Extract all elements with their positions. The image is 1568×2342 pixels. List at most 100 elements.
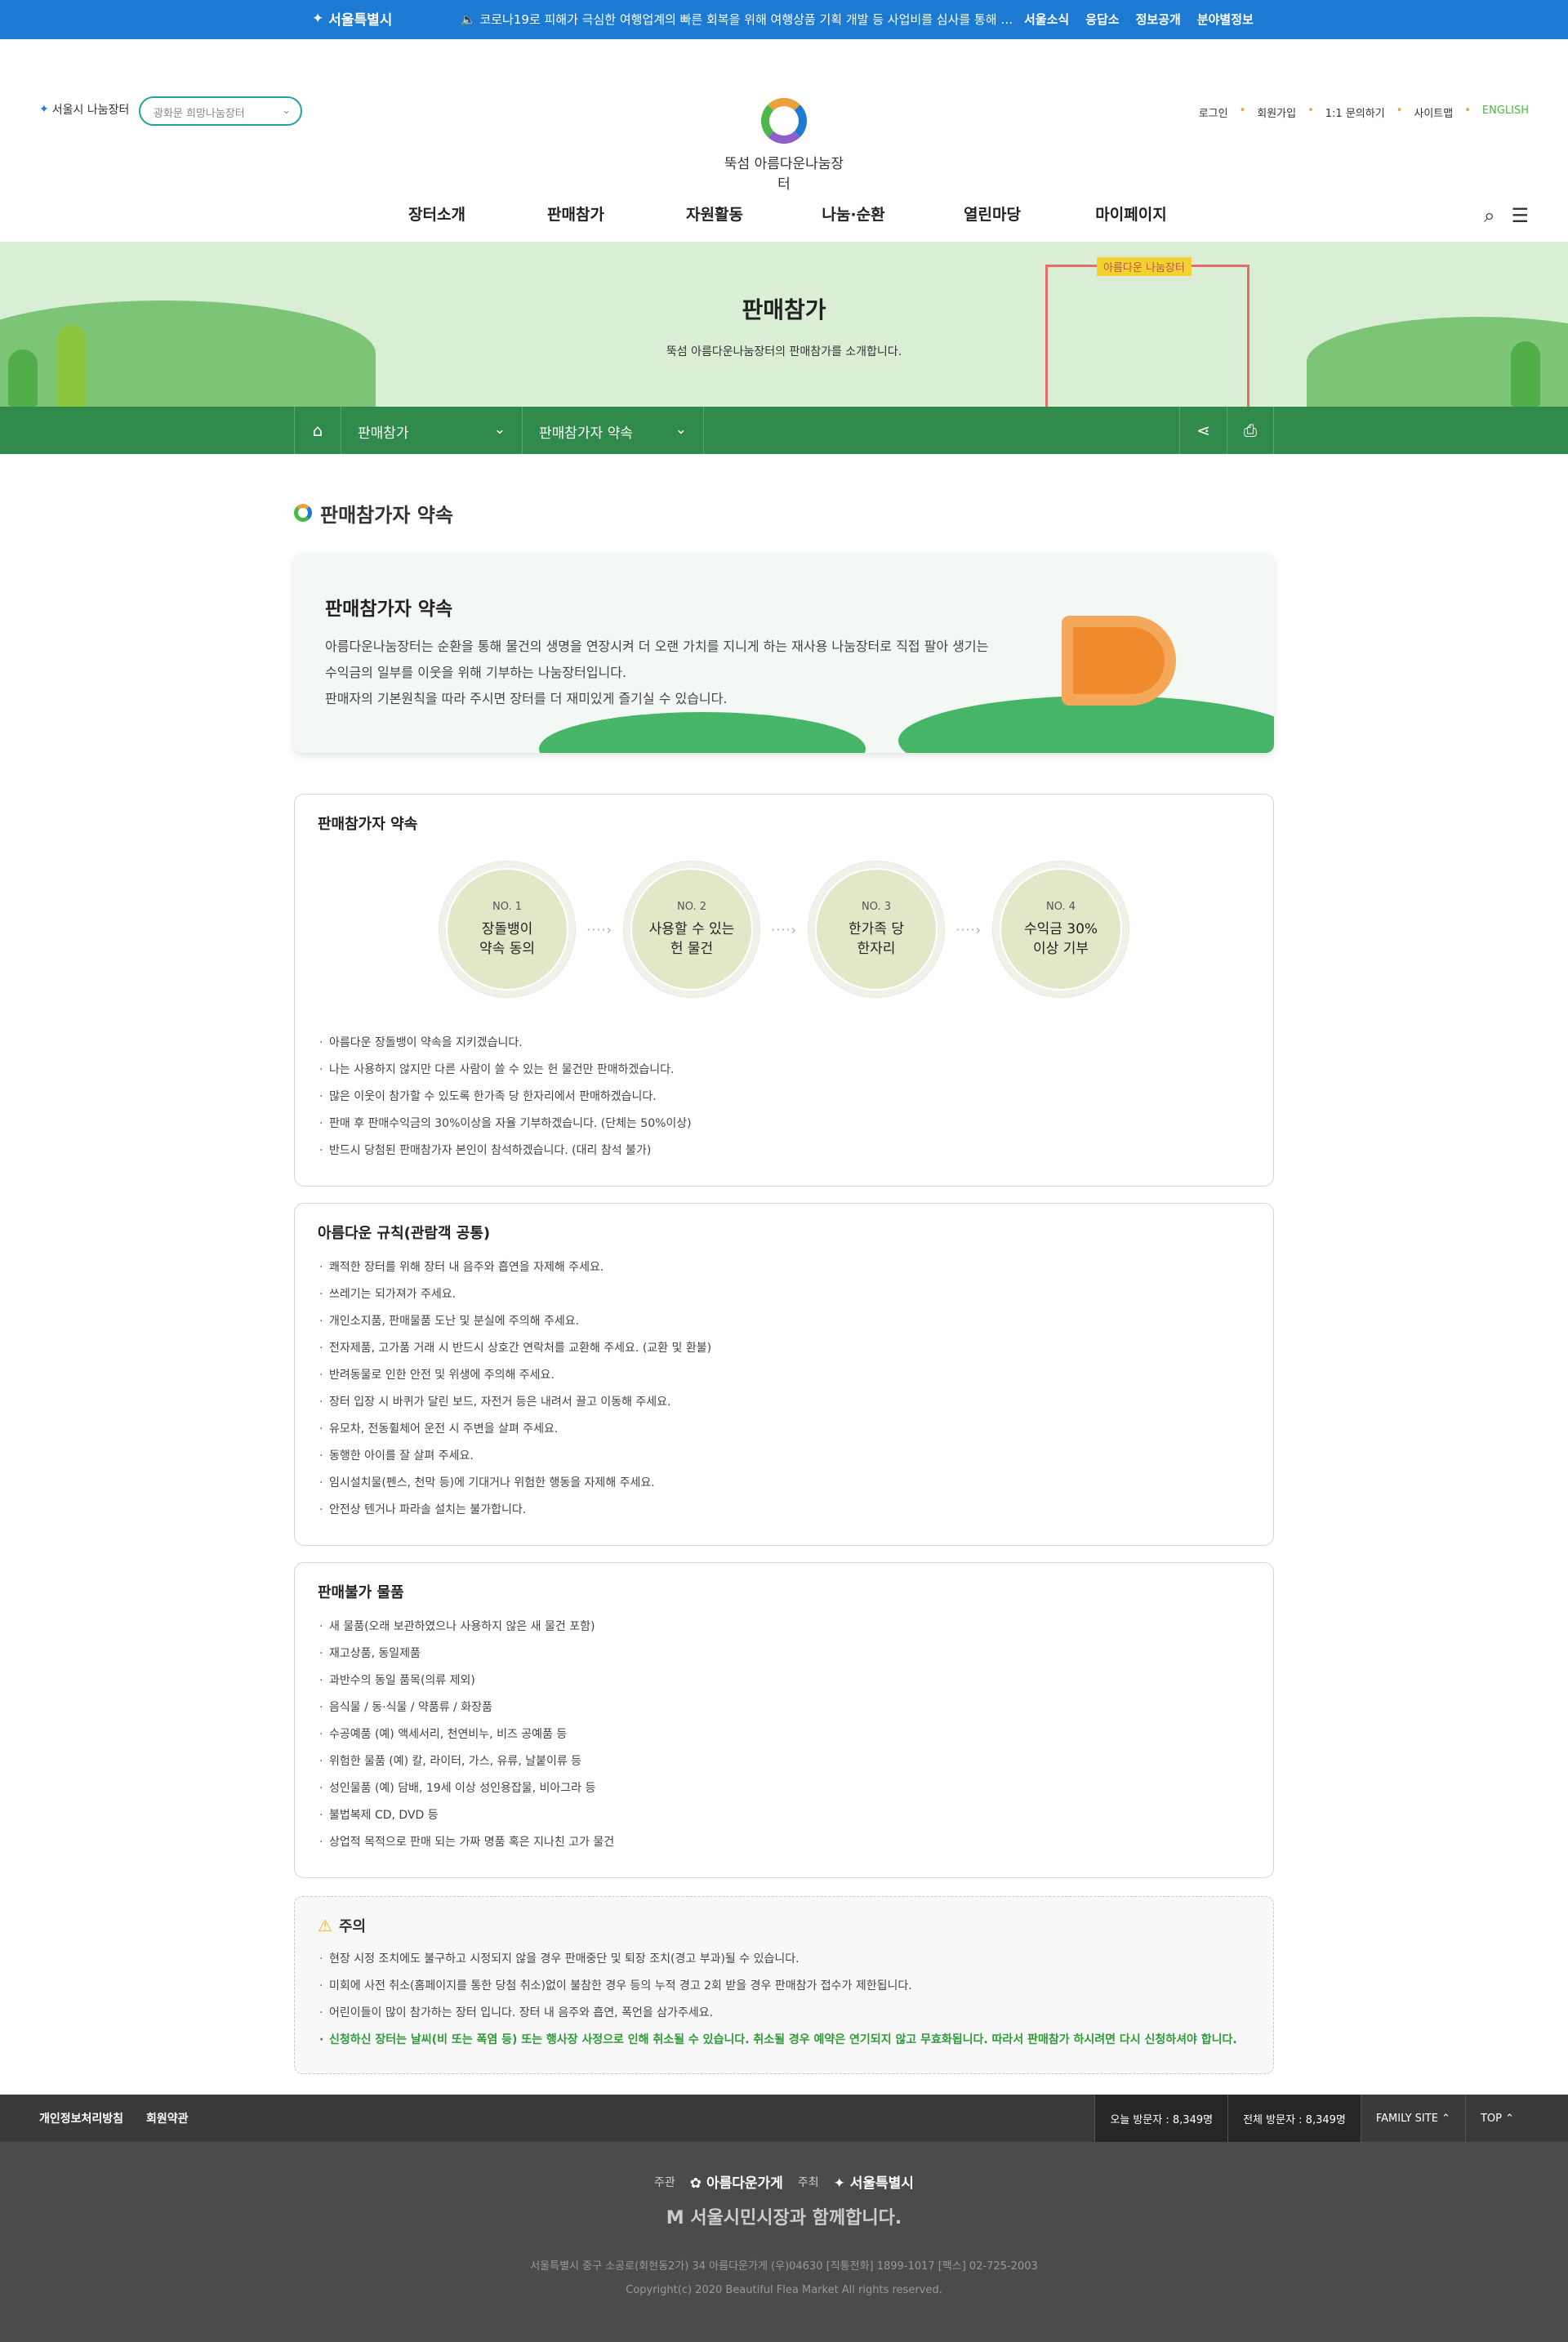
- family-site-button[interactable]: FAMILY SITE ⌃: [1360, 2095, 1465, 2142]
- list-item: 쾌적한 장터를 위해 장터 내 음주와 흡연을 자제해 주세요.: [318, 1254, 1250, 1281]
- tree-illustration: [57, 325, 87, 407]
- footer-address: 서울특별시 중구 소공로(회현동2가) 34 아름다운가게 (우)04630 […: [530, 2260, 1038, 2273]
- caution-title: 주의: [338, 1918, 367, 1935]
- warning-icon: ⚠: [318, 1916, 332, 1935]
- list-item: 유모차, 전동휠체어 운전 시 주변을 살펴 주세요.: [318, 1416, 1250, 1443]
- arrow-icon: ····›: [771, 921, 797, 937]
- list-item: 임시설치물(펜스, 천막 등)에 기대거나 위험한 행동을 자제해 주세요.: [318, 1470, 1250, 1497]
- nav-volunteer[interactable]: 자원활동: [645, 203, 784, 225]
- promise-step: NO. 4 수익금 30% 이상 기부: [993, 862, 1129, 997]
- chevron-down-icon: ⌄: [675, 421, 687, 438]
- home-icon[interactable]: ⌂: [294, 407, 341, 454]
- rules-list: 쾌적한 장터를 위해 장터 내 음주와 흡연을 자제해 주세요. 쓰레기는 되가…: [318, 1254, 1250, 1524]
- seoul-links: 서울소식 응답소 정보공개 분야별정보: [1024, 11, 1254, 28]
- top-button[interactable]: TOP ⌃: [1464, 2095, 1529, 2142]
- list-item-highlight: 신청하신 장터는 날씨(비 또는 폭염 등) 또는 행사장 사정으로 인해 취소…: [318, 2027, 1250, 2054]
- sitemap-link[interactable]: 사이트맵: [1414, 105, 1453, 120]
- terms-link[interactable]: 회원약관: [146, 2110, 189, 2126]
- list-item: 반드시 당첨된 판매참가자 본인이 참석하겠습니다. (대리 참석 불가): [318, 1138, 1250, 1164]
- join-link[interactable]: 회원가입: [1257, 105, 1296, 120]
- rules-title: 아름다운 규칙(관람객 공통): [318, 1225, 491, 1242]
- banned-box: 판매불가 물품 새 물품(오래 보관하였으나 사용하지 않은 새 물건 포함) …: [294, 1562, 1274, 1878]
- english-link[interactable]: ENGLISH: [1482, 105, 1529, 120]
- nav-share[interactable]: 나눔·순환: [784, 203, 923, 225]
- promise-list: 아름다운 장돌뱅이 약속을 지키겠습니다. 나는 사용하지 않지만 다른 사람이…: [318, 1030, 1250, 1164]
- list-item: 과반수의 동일 품목(의류 제외): [318, 1667, 1250, 1694]
- list-item: 판매 후 판매수익금의 30%이상을 자율 기부하겠습니다. (단체는 50%이…: [318, 1111, 1250, 1138]
- header-icons: ⌕ ☰: [1484, 204, 1529, 227]
- list-item: 어린이들이 많이 참가하는 장터 입니다. 장터 내 음주와 흡연, 폭언을 삼…: [318, 2000, 1250, 2027]
- market-booth-illustration: 아름다운 나눔장터: [1045, 257, 1250, 407]
- list-item: 새 물품(오래 보관하였으나 사용하지 않은 새 물건 포함): [318, 1614, 1250, 1641]
- list-item: 미회에 사전 취소(홈페이지를 통한 당첨 취소)없이 불참한 경우 등의 누적…: [318, 1973, 1250, 2000]
- list-item: 장터 입장 시 바퀴가 달린 보드, 자전거 등은 내려서 끌고 이동해 주세요…: [318, 1389, 1250, 1416]
- list-item: 안전상 텐거나 파라솔 설치는 불가합니다.: [318, 1497, 1250, 1524]
- nav-intro[interactable]: 장터소개: [368, 203, 506, 225]
- nav-mypage[interactable]: 마이페이지: [1062, 203, 1200, 225]
- seoul-nanum-logo[interactable]: ✦ 서울시 나눔장터: [39, 101, 129, 118]
- list-item: 현장 시정 조치에도 불구하고 시정되지 않을 경우 판매중단 및 퇴장 조치(…: [318, 1946, 1250, 1973]
- list-item: 아름다운 장돌뱅이 약속을 지키겠습니다.: [318, 1030, 1250, 1057]
- list-item: 많은 이웃이 참가할 수 있도록 한가족 당 한자리에서 판매하겠습니다.: [318, 1084, 1250, 1111]
- caution-box: ⚠ 주의 현장 시정 조치에도 불구하고 시정되지 않을 경우 판매중단 및 퇴장…: [294, 1896, 1274, 2074]
- footer: 개인정보처리방침 회원약관 오늘 방문자 : 8,349명 전체 방문자 : 8,…: [0, 2095, 1568, 2342]
- link-eungdapso[interactable]: 응답소: [1085, 11, 1119, 28]
- seoul-logo[interactable]: ✦ 서울특별시: [312, 8, 392, 29]
- login-link[interactable]: 로그인: [1199, 105, 1228, 120]
- nav-open[interactable]: 열린마당: [923, 203, 1062, 225]
- banned-list: 새 물품(오래 보관하였으나 사용하지 않은 새 물건 포함) 재고상품, 동일…: [318, 1614, 1250, 1856]
- total-visitors: 전체 방문자 : 8,349명: [1227, 2095, 1361, 2142]
- notice-ticker[interactable]: 🔈 코로나19로 피해가 극심한 여행업계의 빠른 회복을 위해 여행상품 기획…: [461, 11, 1016, 28]
- seoul-icon: ✦: [312, 10, 324, 27]
- content: 판매참가자 약속 판매참가자 약속 아름다운나눔장터는 순환을 통해 물건의 생…: [294, 454, 1274, 2074]
- megaphone-illustration: [1062, 616, 1176, 706]
- inquiry-link[interactable]: 1:1 문의하기: [1325, 105, 1385, 120]
- list-item: 성인물품 (예) 담배, 19세 이상 성인용잡물, 비아그라 등: [318, 1775, 1250, 1802]
- list-item: 재고상품, 동일제품: [318, 1641, 1250, 1667]
- page-title: 판매참가: [742, 296, 826, 323]
- location-dropdown-1[interactable]: 판매참가 ⌄: [341, 407, 523, 454]
- footer-logos: 주관 ✿ 아름다운가게 주최 ✦ 서울특별시: [0, 2171, 1568, 2192]
- link-seoul-news[interactable]: 서울소식: [1024, 11, 1069, 28]
- intro-card: 판매참가자 약속 아름다운나눔장터는 순환을 통해 물건의 생명을 연장시켜 더…: [294, 554, 1274, 753]
- header: ✦ 서울시 나눔장터 광화문 희망나눔장터 ⌄ 뚝섬 아름다운나눔장터 로그인 • 회…: [0, 39, 1568, 227]
- chevron-down-icon: ⌄: [493, 421, 506, 438]
- list-item: 나는 사용하지 않지만 다른 사람이 쓸 수 있는 헌 물건만 판매하겠습니다.: [318, 1057, 1250, 1084]
- location-bar: ⌂ 판매참가 ⌄ 판매참가자 약속 ⌄ ⋖ ⎙: [0, 407, 1568, 454]
- logo-mark-icon: [761, 98, 807, 144]
- print-icon[interactable]: ⎙: [1227, 407, 1274, 454]
- caution-list: 현장 시정 조치에도 불구하고 시정되지 않을 경우 판매중단 및 퇴장 조치(…: [318, 1946, 1250, 2054]
- list-item: 동행한 아이를 잘 살펴 주세요.: [318, 1443, 1250, 1470]
- seoul-icon: ✦: [39, 103, 49, 116]
- banned-title: 판매불가 물품: [318, 1584, 404, 1601]
- footer-slogan: M 서울시민시장과 함께합니다.: [666, 2208, 902, 2228]
- arrow-icon: ····›: [586, 921, 612, 937]
- link-info-open[interactable]: 정보공개: [1136, 11, 1181, 28]
- nav-sale[interactable]: 판매참가: [506, 203, 645, 225]
- today-visitors: 오늘 방문자 : 8,349명: [1094, 2095, 1228, 2142]
- list-item: 전자제품, 고가품 거래 시 반드시 상호간 연락처를 교환해 주세요. (교환…: [318, 1335, 1250, 1362]
- promise-step: NO. 2 사용할 수 있는 헌 물건: [624, 862, 760, 997]
- top-bar: ✦ 서울특별시 🔈 코로나19로 피해가 극심한 여행업계의 빠른 회복을 위해 …: [0, 0, 1568, 39]
- list-item: 개인소지품, 판매물품 도난 및 분실에 주의해 주세요.: [318, 1308, 1250, 1335]
- rules-box: 아름다운 규칙(관람객 공통) 쾌적한 장터를 위해 장터 내 음주와 흡연을 …: [294, 1203, 1274, 1546]
- seoul-logo: ✦ 서울특별시: [833, 2175, 914, 2192]
- list-item: 상업적 목적으로 판매 되는 가짜 명품 혹은 지나친 고가 물건: [318, 1829, 1250, 1856]
- search-icon[interactable]: ⌕: [1484, 204, 1494, 227]
- menu-icon[interactable]: ☰: [1511, 204, 1529, 227]
- market-select[interactable]: 광화문 희망나눔장터 ⌄: [139, 96, 302, 126]
- site-logo[interactable]: 뚝섬 아름다운나눔장터: [719, 98, 849, 193]
- content-title: 판매참가자 약속: [294, 500, 1274, 527]
- beautiful-store-logo: ✿ 아름다운가게: [689, 2175, 783, 2192]
- promise-box: 판매참가자 약속 NO. 1 장돌뱅이 약속 동의 ····› NO. 2 사용할 …: [294, 794, 1274, 1187]
- privacy-link[interactable]: 개인정보처리방침: [39, 2110, 123, 2126]
- utility-menu: 로그인 • 회원가입 • 1:1 문의하기 • 사이트맵 • ENGLISH: [1198, 105, 1529, 120]
- logo-mark-icon: [294, 504, 312, 522]
- share-icon[interactable]: ⋖: [1179, 407, 1227, 454]
- location-dropdown-2[interactable]: 판매참가자 약속 ⌄: [523, 407, 704, 454]
- list-item: 음식물 / 동·식물 / 약품류 / 화장품: [318, 1694, 1250, 1721]
- link-field-info[interactable]: 분야별정보: [1197, 11, 1254, 28]
- chevron-down-icon: ⌄: [282, 105, 291, 117]
- sub-visual: 아름다운 나눔장터 판매참가 뚝섬 아름다운나눔장터의 판매참가를 소개합니다.: [0, 242, 1568, 407]
- intro-text: 아름다운나눔장터는 순환을 통해 물건의 생명을 연장시켜 더 오랜 가치를 지…: [325, 639, 989, 706]
